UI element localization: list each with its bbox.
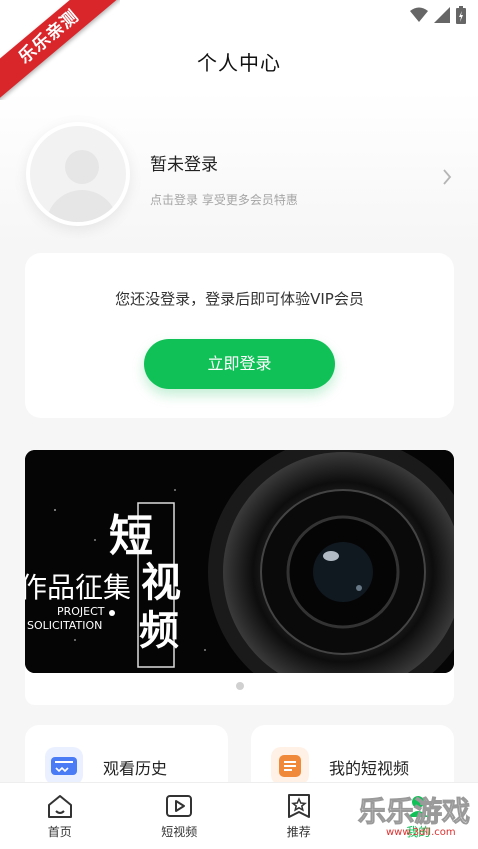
ribbon-text: 乐乐亲测 — [0, 0, 120, 100]
carousel-dot[interactable] — [235, 682, 244, 690]
signal-icon — [434, 7, 450, 23]
login-button[interactable]: 立即登录 — [144, 339, 335, 389]
chevron-right-icon[interactable] — [442, 168, 452, 186]
banner-left-text: 作品征集 — [25, 571, 132, 604]
tab-label: 首页 — [47, 825, 72, 839]
play-icon — [166, 795, 193, 817]
banner-en-line-2: SOLICITATION — [27, 619, 103, 632]
star-badge-icon — [287, 794, 310, 818]
battery-charging-icon — [456, 6, 466, 24]
my-video-icon — [271, 747, 309, 785]
svg-text:www.3dll.com: www.3dll.com — [386, 827, 456, 838]
watermark-logo: 乐乐游戏 www.3dll.com — [358, 795, 471, 839]
profile-name[interactable]: 暂未登录 — [150, 150, 218, 175]
avatar-body-shape — [46, 190, 118, 222]
banner-carousel[interactable]: 短 视 频 作品征集 PROJECT SOLICITATION — [25, 450, 454, 705]
tab-short-video[interactable]: 短视频 — [120, 783, 240, 849]
banner-artwork — [25, 450, 454, 673]
tab-recommend[interactable]: 推荐 — [239, 783, 359, 849]
profile-subtitle[interactable]: 点击登录 享受更多会员特惠 — [150, 191, 298, 208]
svg-text:乐乐游戏: 乐乐游戏 — [358, 795, 470, 828]
banner-image[interactable]: 短 视 频 作品征集 PROJECT SOLICITATION — [25, 450, 454, 673]
page-title: 个人中心 — [197, 50, 281, 75]
carousel-dots — [25, 682, 454, 690]
profile-section[interactable]: 暂未登录 点击登录 享受更多会员特惠 — [0, 90, 478, 250]
banner-en-line-1: PROJECT — [57, 605, 105, 618]
tab-label: 短视频 — [161, 825, 198, 839]
banner-char-3: 频 — [139, 608, 179, 654]
avatar-head-shape — [65, 150, 99, 184]
wifi-icon — [410, 7, 428, 22]
menu-label: 观看历史 — [103, 759, 168, 778]
menu-label: 我的短视频 — [329, 759, 410, 778]
vip-prompt-text: 您还没登录，登录后即可体验VIP会员 — [115, 290, 364, 308]
avatar[interactable] — [26, 122, 130, 226]
history-icon — [45, 747, 83, 785]
tab-label: 推荐 — [286, 825, 311, 839]
corner-ribbon: 乐乐亲测 — [0, 0, 120, 100]
vip-card: 您还没登录，登录后即可体验VIP会员 立即登录 — [25, 253, 454, 418]
home-icon — [47, 795, 72, 818]
tab-home[interactable]: 首页 — [0, 783, 120, 849]
status-icons — [410, 6, 466, 24]
